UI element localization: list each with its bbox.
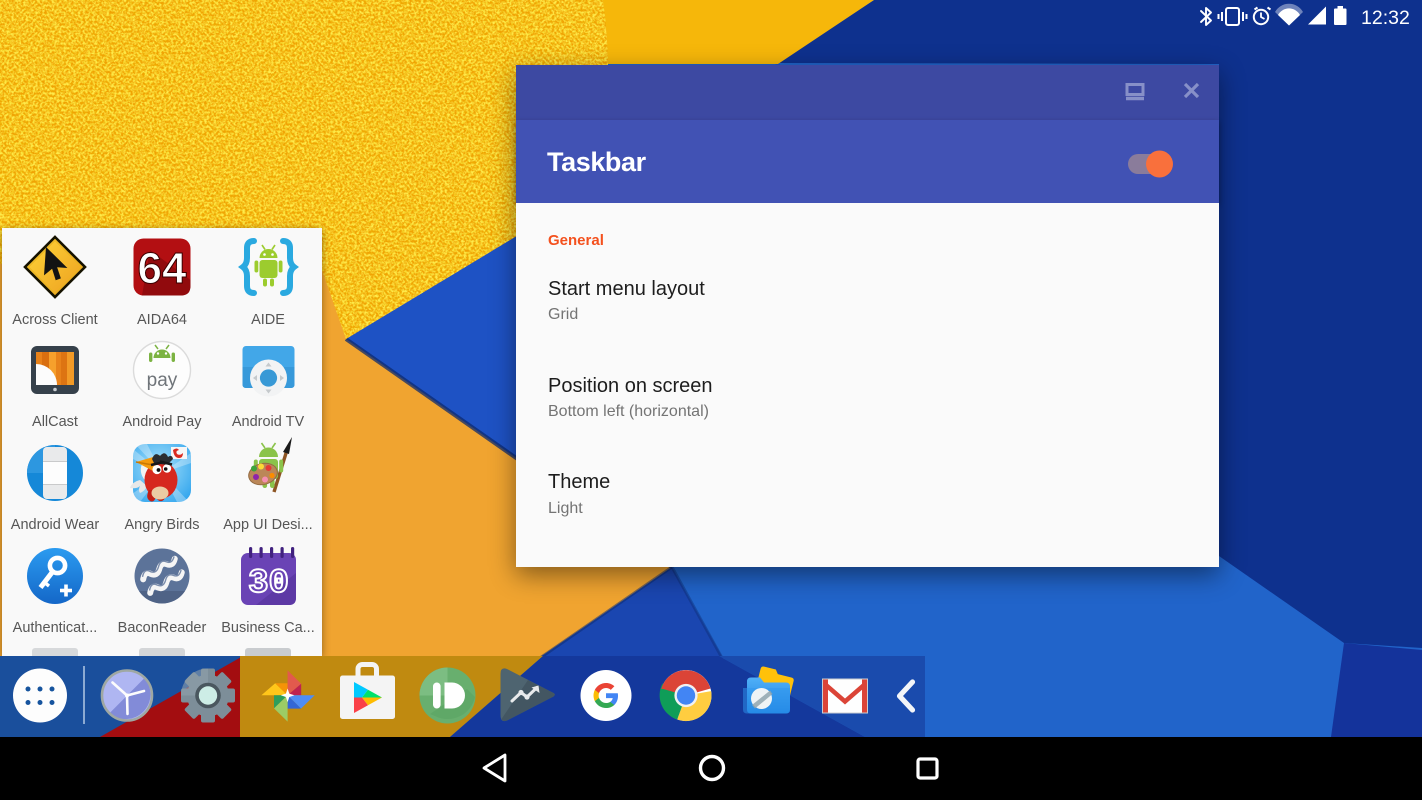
svg-text:pay: pay bbox=[147, 370, 178, 391]
svg-text:64: 64 bbox=[138, 244, 187, 293]
svg-text:12:32: 12:32 bbox=[1361, 7, 1410, 29]
svg-text:30: 30 bbox=[248, 565, 289, 603]
